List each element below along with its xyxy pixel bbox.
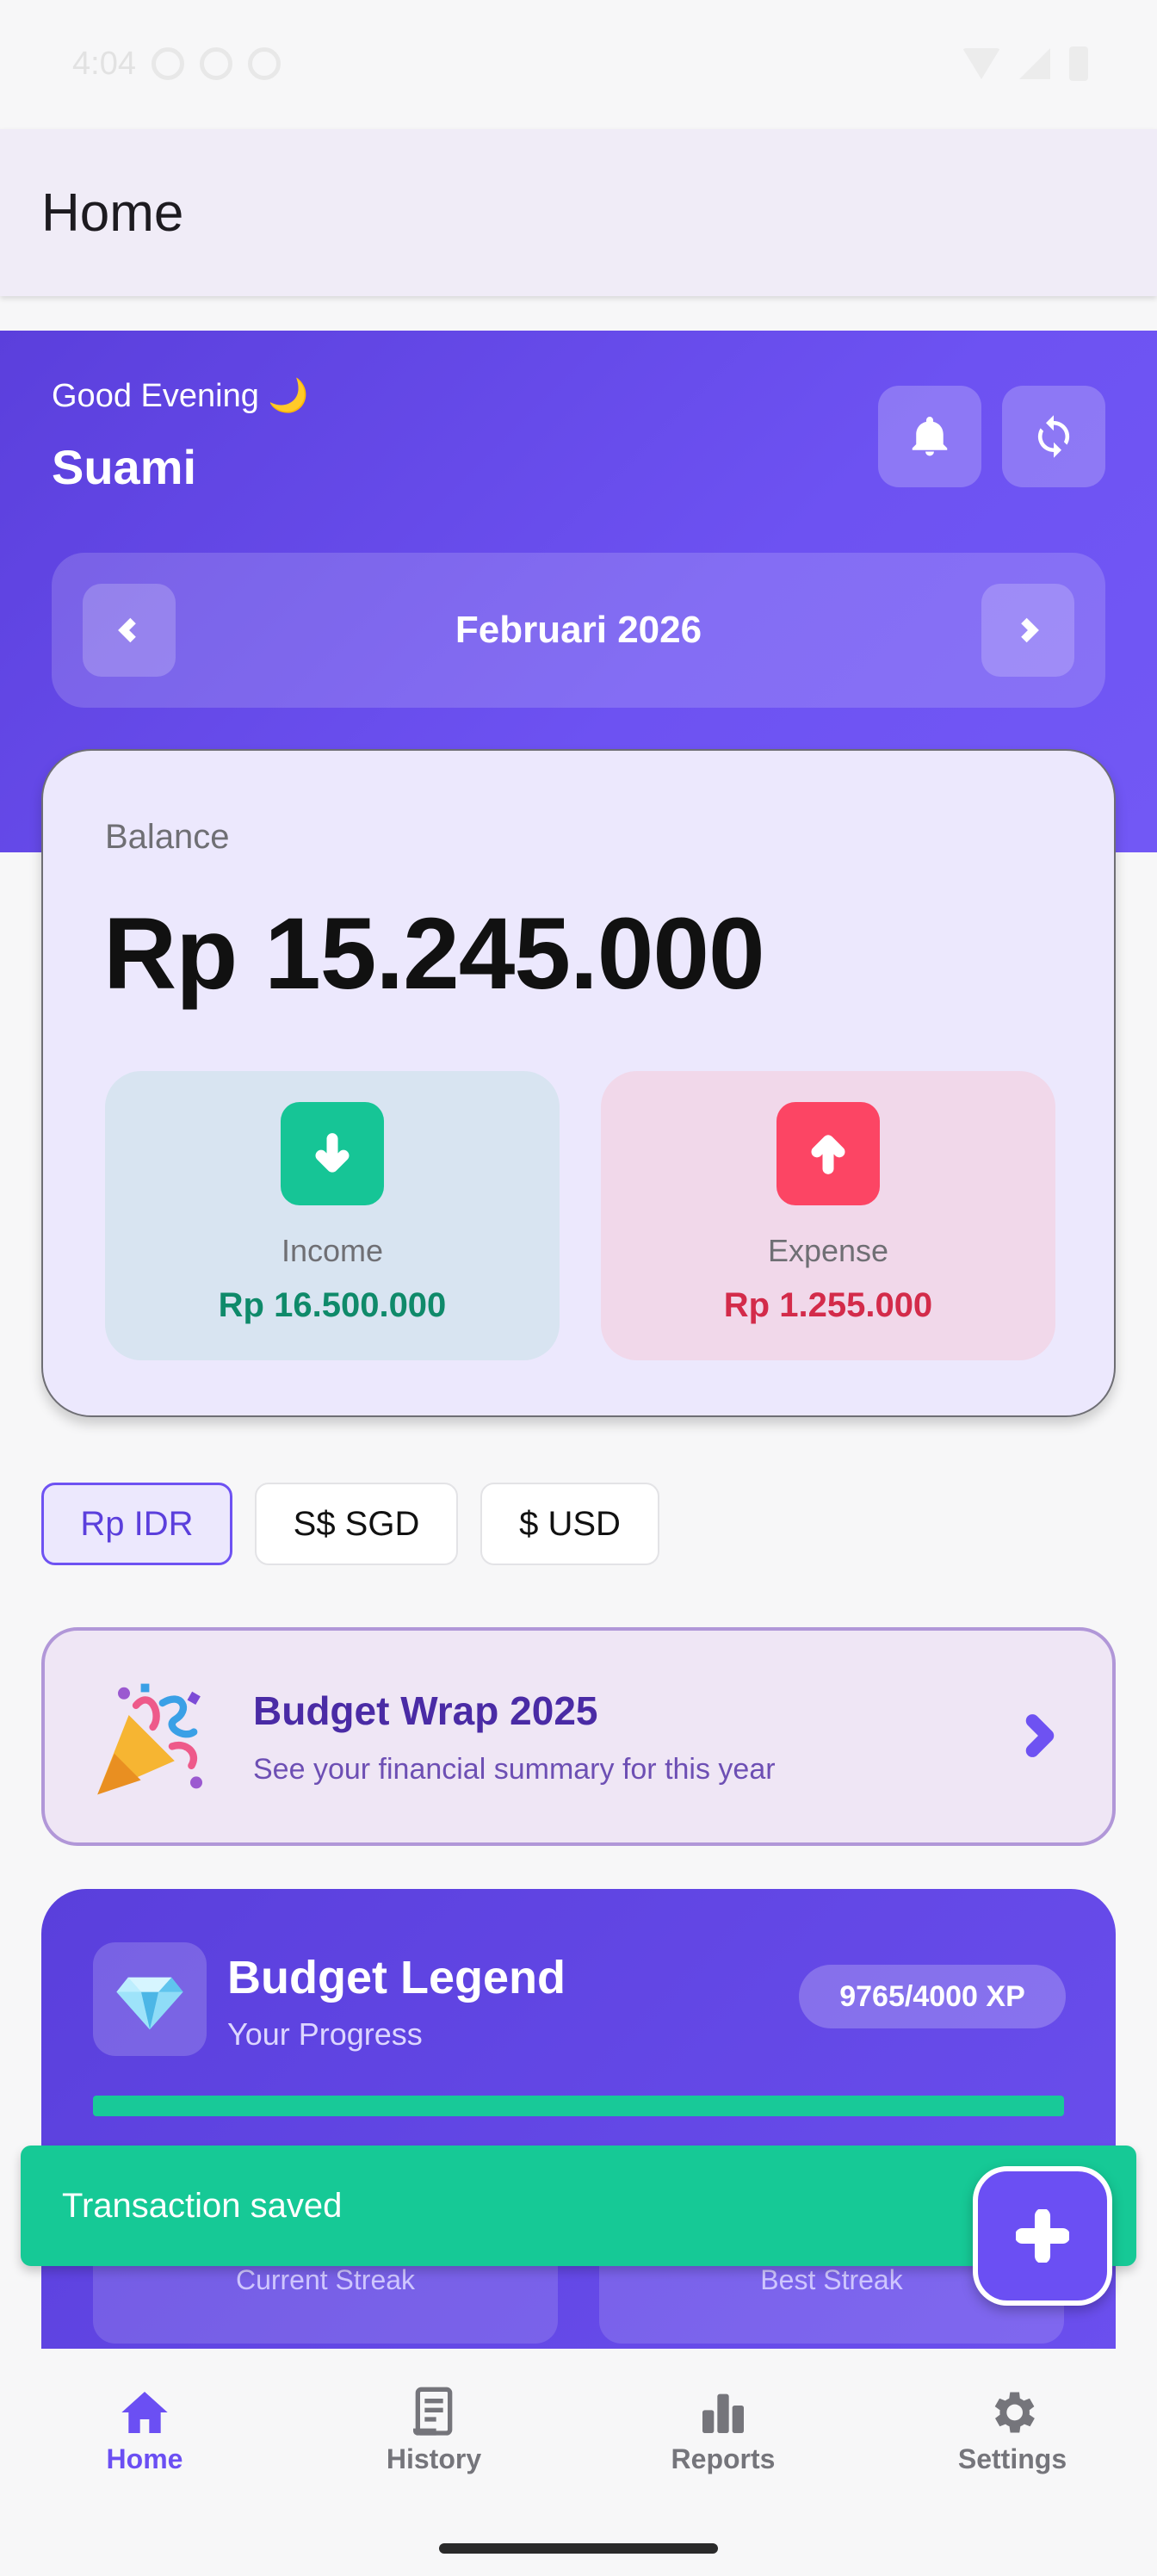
sync-icon [1037, 415, 1070, 458]
signal-icon [1019, 48, 1050, 79]
snackbar: Transaction saved [21, 2146, 1136, 2266]
status-bar: 4:04 [0, 0, 1157, 127]
budget-wrap-title: Budget Wrap 2025 [253, 1688, 598, 1733]
party-popper-icon [97, 1683, 202, 1795]
battery-icon [1069, 46, 1088, 81]
status-time: 4:04 [72, 45, 136, 82]
nav-item-reports[interactable]: Reports [578, 2385, 868, 2488]
user-name: Suami [52, 440, 197, 494]
arrow-up-icon [811, 1135, 845, 1174]
expense-icon-box [776, 1102, 880, 1205]
currency-chip-idr[interactable]: Rp IDR [41, 1483, 232, 1565]
bell-icon [912, 417, 948, 456]
gear-icon [994, 2392, 1035, 2433]
chevron-right-icon [1021, 617, 1039, 643]
income-label: Income [281, 1233, 384, 1268]
sync-button[interactable] [1002, 386, 1105, 487]
expense-label: Expense [767, 1233, 889, 1268]
month-label: Februari 2026 [455, 609, 702, 651]
nav-item-history[interactable]: History [289, 2385, 578, 2488]
notifications-button[interactable] [878, 386, 981, 487]
income-icon-box [281, 1102, 384, 1205]
nav-item-home[interactable]: Home [0, 2385, 289, 2488]
nav-label-home: Home [106, 2443, 183, 2474]
expense-value: Rp 1.255.000 [723, 1286, 933, 1324]
currency-chip-sgd[interactable]: S$ SGD [255, 1483, 458, 1565]
plus-icon [1016, 2209, 1069, 2263]
income-value: Rp 16.500.000 [218, 1286, 447, 1324]
nav-item-settings[interactable]: Settings [868, 2385, 1157, 2488]
current-streak-label: Current Streak [235, 2264, 416, 2295]
wifi-icon [962, 48, 1000, 79]
snackbar-message: Transaction saved [62, 2186, 343, 2225]
budget-wrap-subtitle: See your financial summary for this year [253, 1753, 776, 1786]
budget-legend-card: Budget Legend Your Progress 9765/4000 XP… [41, 1889, 1116, 2354]
app-bar: Home [0, 129, 1157, 296]
nav-label-reports: Reports [671, 2443, 776, 2474]
home-indicator[interactable] [439, 2543, 718, 2554]
balance-card: Balance Rp 15.245.000 Income Rp 16.500.0… [41, 749, 1116, 1417]
receipt-icon [413, 2387, 453, 2436]
legend-badge [93, 1942, 207, 2056]
chevron-right-icon [1025, 1714, 1055, 1757]
balance-label: Balance [105, 818, 230, 856]
nav-label-settings: Settings [957, 2443, 1067, 2474]
page-title: Home [41, 183, 184, 243]
dnd-icon [151, 47, 184, 80]
legend-title: Budget Legend [227, 1952, 566, 2003]
xp-badge: 9765/4000 XP [799, 1965, 1066, 2028]
status-left: 4:04 [72, 46, 281, 83]
home-icon [121, 2392, 168, 2433]
next-month-button[interactable] [981, 584, 1074, 677]
budget-wrap-card[interactable]: Budget Wrap 2025 See your financial summ… [41, 1627, 1116, 1846]
greeting-text: Good Evening 🌙 [52, 378, 309, 414]
nav-label-history: History [386, 2443, 482, 2474]
add-transaction-button[interactable] [973, 2166, 1112, 2306]
month-selector: Februari 2026 [52, 553, 1105, 708]
bar-chart-icon [702, 2393, 744, 2433]
shield-icon [199, 47, 232, 80]
currency-chip-usd[interactable]: $ USD [480, 1483, 659, 1565]
income-summary: Income Rp 16.500.000 [105, 1071, 560, 1360]
bottom-navigation: Home History Reports Settings [0, 2349, 1157, 2576]
vpn-icon [247, 47, 281, 80]
gem-icon [116, 1977, 183, 2030]
status-right [962, 46, 1088, 81]
balance-value: Rp 15.245.000 [103, 897, 765, 1011]
xp-progress-bar [93, 2096, 1064, 2116]
expense-summary: Expense Rp 1.255.000 [601, 1071, 1055, 1360]
xp-progress-fill [93, 2096, 1064, 2116]
legend-subtitle: Your Progress [227, 2016, 423, 2052]
arrow-down-icon [315, 1133, 350, 1173]
